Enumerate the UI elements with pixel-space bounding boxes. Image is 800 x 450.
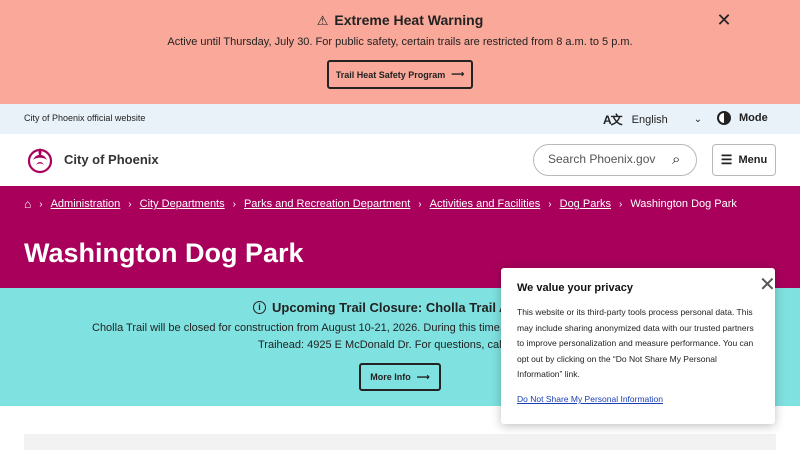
official-website-text: City of Phoenix official website — [24, 113, 146, 123]
close-icon[interactable]: ✕ — [759, 275, 776, 295]
trail-heat-safety-label: Trail Heat Safety Program — [335, 69, 446, 80]
chevron-right-icon: › — [618, 198, 623, 210]
city-logo-link[interactable]: City of Phoenix — [24, 143, 159, 175]
content-card — [24, 434, 776, 450]
closure-text-line-1: Cholla Trail will be closed for construc… — [92, 322, 539, 334]
menu-button[interactable]: ☰ Menu — [712, 144, 776, 176]
phoenix-bird-logo-icon — [27, 148, 53, 174]
info-icon: i — [253, 301, 266, 314]
home-icon[interactable]: ⌂ — [24, 197, 31, 211]
privacy-dialog: We value your privacy ✕ This website or … — [501, 268, 776, 424]
chevron-down-icon: ⌄ — [693, 114, 703, 125]
more-info-button[interactable]: More Info ⟶ — [359, 363, 441, 391]
search-icon[interactable]: ⌕ — [672, 151, 680, 168]
breadcrumb-activities-facilities[interactable]: Activities and Facilities — [430, 198, 541, 210]
chevron-right-icon: › — [548, 198, 552, 210]
breadcrumb-parks-recreation[interactable]: Parks and Recreation Department — [244, 198, 410, 210]
chevron-right-icon: › — [418, 198, 422, 210]
search-input[interactable] — [548, 152, 668, 166]
closure-title: i Upcoming Trail Closure: Cholla Trail A… — [253, 300, 539, 315]
site-header: City of Phoenix ⌕ ☰ Menu — [0, 134, 800, 186]
alert-title-text: Extreme Heat Warning — [334, 12, 484, 28]
alert-title: ⚠ Extreme Heat Warning — [0, 12, 800, 29]
closure-text-line-2: Traihead: 4925 E McDonald Dr. For questi… — [258, 339, 530, 351]
language-selector[interactable]: A文 English ⌄ — [603, 111, 702, 128]
chevron-right-icon: › — [128, 198, 132, 210]
alert-message: Active until Thursday, July 30. For publ… — [167, 36, 633, 48]
breadcrumb-current: Washington Dog Park — [630, 198, 737, 210]
mode-toggle[interactable]: Mode — [717, 111, 768, 125]
breadcrumb: ⌂ › Administration › City Departments › … — [24, 197, 737, 211]
more-info-label: More Info — [370, 372, 411, 382]
menu-label: Menu — [738, 154, 768, 166]
closure-title-text: Upcoming Trail Closure: Cholla Trail Aug… — [272, 300, 539, 315]
chevron-right-icon: › — [232, 198, 236, 210]
close-icon[interactable]: ✕ — [716, 11, 732, 29]
trail-heat-safety-button[interactable]: Trail Heat Safety Program ⟶ — [327, 60, 473, 89]
arrow-right-icon: ⟶ — [416, 371, 430, 382]
utility-bar: City of Phoenix official website A文 Engl… — [0, 104, 800, 134]
translate-icon: A文 — [603, 113, 623, 127]
breadcrumb-dog-parks[interactable]: Dog Parks — [560, 198, 611, 210]
breadcrumb-administration[interactable]: Administration — [51, 198, 121, 210]
warning-icon: ⚠ — [316, 13, 329, 28]
logo-text: City of Phoenix — [64, 151, 159, 167]
search-box: ⌕ — [533, 144, 697, 176]
do-not-share-link[interactable]: Do Not Share My Personal Information — [517, 394, 663, 404]
privacy-title: We value your privacy — [517, 282, 633, 294]
arrow-right-icon: ⟶ — [451, 69, 465, 79]
contrast-icon — [717, 111, 731, 125]
language-label: English — [631, 113, 668, 126]
breadcrumb-city-departments[interactable]: City Departments — [140, 198, 225, 210]
heat-alert-banner: ⚠ Extreme Heat Warning Active until Thurs… — [0, 0, 800, 104]
privacy-body: This website or its third-party tools pr… — [517, 307, 754, 379]
page-title: Washington Dog Park — [24, 238, 304, 268]
hamburger-icon: ☰ — [720, 152, 733, 167]
mode-label: Mode — [739, 112, 768, 124]
chevron-right-icon: › — [39, 198, 43, 210]
